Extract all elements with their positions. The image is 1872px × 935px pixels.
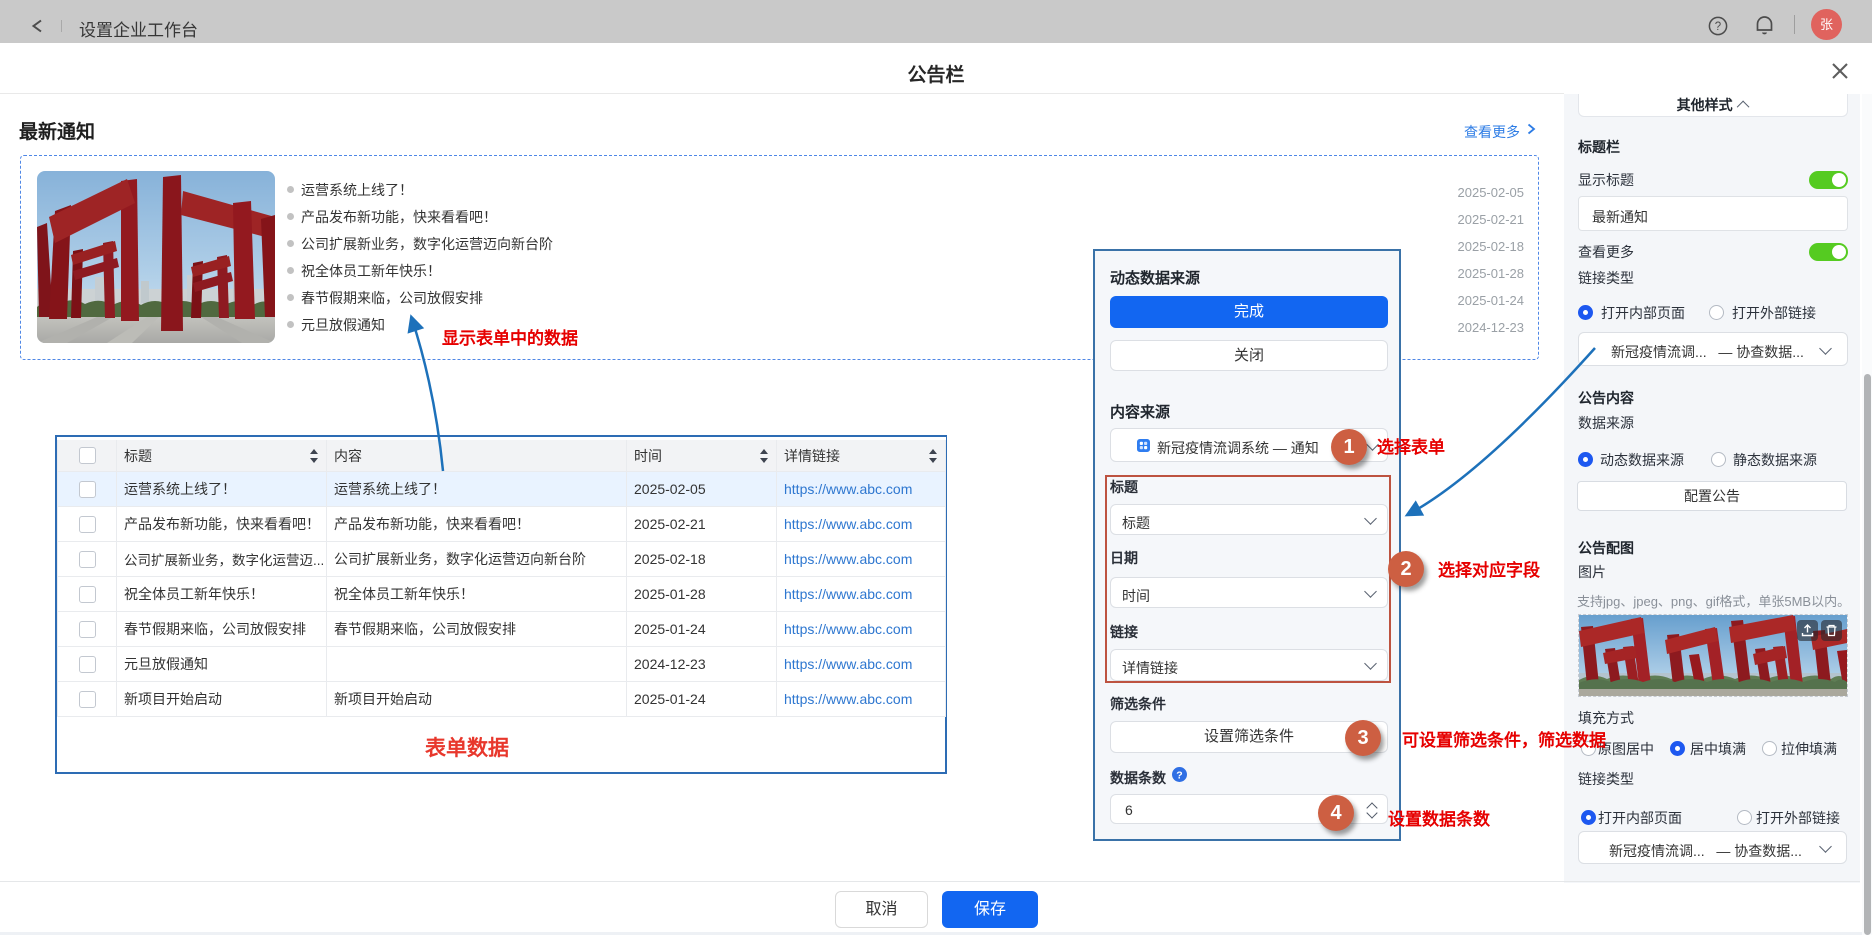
svg-text:?: ? xyxy=(1176,769,1182,781)
svg-text:?: ? xyxy=(1715,21,1721,33)
